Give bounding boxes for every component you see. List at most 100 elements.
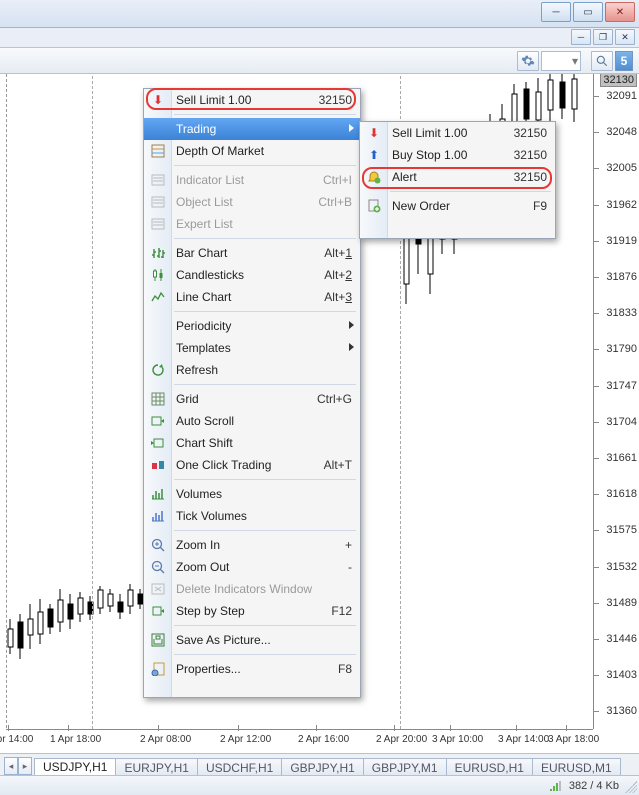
menu-indicator-list[interactable]: Indicator List Ctrl+I	[144, 169, 360, 191]
one-click-icon	[149, 456, 167, 474]
yaxis-tick: 31661	[606, 452, 637, 464]
indicator-list-icon	[149, 171, 167, 189]
chart-tab[interactable]: EURUSD,H1	[446, 758, 533, 776]
menu-one-click-trading[interactable]: One Click Trading Alt+T	[144, 454, 360, 476]
auto-scroll-icon	[149, 412, 167, 430]
chart-tabs: ◂ ▸ USDJPY,H1EURJPY,H1USDCHF,H1GBPJPY,H1…	[0, 753, 639, 775]
menu-zoom-in[interactable]: Zoom In +	[144, 534, 360, 556]
yaxis-tick: 31747	[606, 380, 637, 392]
connection-icon	[549, 779, 563, 793]
current-price-label: 32130	[600, 74, 637, 87]
menu-refresh[interactable]: Refresh	[144, 359, 360, 381]
save-picture-icon	[149, 631, 167, 649]
refresh-icon	[149, 361, 167, 379]
chart-tab[interactable]: USDCHF,H1	[197, 758, 282, 776]
chart-tab[interactable]: EURJPY,H1	[115, 758, 197, 776]
menu-line-chart[interactable]: Line Chart Alt+3	[144, 286, 360, 308]
sell-arrow-icon: ⬇	[365, 124, 383, 142]
menu-bar-chart[interactable]: Bar Chart Alt+1	[144, 242, 360, 264]
chart-tab[interactable]: EURUSD,M1	[532, 758, 621, 776]
tick-volumes-icon	[149, 507, 167, 525]
chart-tab[interactable]: GBPJPY,M1	[363, 758, 447, 776]
maximize-button[interactable]: ▭	[573, 2, 603, 22]
yaxis-tick: 31790	[606, 343, 637, 355]
xaxis-tick: 2 Apr 20:00	[376, 734, 427, 745]
chart-tab[interactable]: GBPJPY,H1	[281, 758, 363, 776]
yaxis-tick: 32005	[606, 162, 637, 174]
yaxis-tick: 31919	[606, 235, 637, 247]
menu-object-list[interactable]: Object List Ctrl+B	[144, 191, 360, 213]
close-button[interactable]: ✕	[605, 2, 635, 22]
yaxis-tick: 31876	[606, 271, 637, 283]
chart-context-menu: ⬇ Sell Limit 1.00 32150 Trading Depth Of…	[143, 88, 361, 698]
buy-arrow-icon: ⬆	[365, 146, 383, 164]
yaxis-tick: 31403	[606, 669, 637, 681]
menu-zoom-out[interactable]: Zoom Out -	[144, 556, 360, 578]
child-minimize-button[interactable]: ─	[571, 29, 591, 45]
bar-chart-icon	[149, 244, 167, 262]
trading-submenu: ⬇ Sell Limit 1.00 32150 ⬆ Buy Stop 1.00 …	[359, 121, 556, 239]
search-icon[interactable]	[591, 51, 613, 71]
menu-candlesticks[interactable]: Candlesticks Alt+2	[144, 264, 360, 286]
yaxis-tick: 32048	[606, 126, 637, 138]
xaxis-tick: 2 Apr 16:00	[298, 734, 349, 745]
menu-volumes[interactable]: Volumes	[144, 483, 360, 505]
zoom-out-icon	[149, 558, 167, 576]
yaxis-tick: 31833	[606, 307, 637, 319]
menu-delete-indicators-window[interactable]: Delete Indicators Window	[144, 578, 360, 600]
candlestick-icon	[149, 266, 167, 284]
menu-grid[interactable]: Grid Ctrl+G	[144, 388, 360, 410]
status-bar: 382 / 4 Kb	[0, 775, 639, 795]
resize-grip[interactable]	[625, 781, 637, 793]
step-icon	[149, 602, 167, 620]
yaxis-tick: 31532	[606, 561, 637, 573]
yaxis-tick: 31360	[606, 705, 637, 717]
status-text: 382 / 4 Kb	[569, 780, 633, 792]
tab-scroll-right[interactable]: ▸	[18, 757, 32, 775]
submenu-arrow-icon	[349, 321, 354, 329]
toolbar-dropdown[interactable]: ▾	[541, 51, 581, 71]
child-restore-button[interactable]: ❐	[593, 29, 613, 45]
menu-step-by-step[interactable]: Step by Step F12	[144, 600, 360, 622]
xaxis-tick: Apr 14:00	[0, 734, 33, 745]
xaxis-tick: 3 Apr 14:00	[498, 734, 549, 745]
yaxis-tick: 31489	[606, 597, 637, 609]
submenu-alert[interactable]: Alert 32150	[360, 166, 555, 188]
submenu-new-order[interactable]: New Order F9	[360, 195, 555, 217]
settings-icon[interactable]	[517, 51, 539, 71]
menu-save-as-picture[interactable]: Save As Picture...	[144, 629, 360, 651]
price-axis: 3209132048320053196231919318763183331790…	[593, 74, 639, 729]
yaxis-tick: 31618	[606, 488, 637, 500]
menu-templates[interactable]: Templates	[144, 337, 360, 359]
line-chart-icon	[149, 288, 167, 306]
xaxis-tick: 2 Apr 12:00	[220, 734, 271, 745]
minimize-button[interactable]: ─	[541, 2, 571, 22]
toolbar-counter[interactable]: 5	[615, 51, 633, 71]
menu-expert-list[interactable]: Expert List	[144, 213, 360, 235]
xaxis-tick: 3 Apr 10:00	[432, 734, 483, 745]
new-order-icon	[365, 197, 383, 215]
object-list-icon	[149, 193, 167, 211]
menu-tick-volumes[interactable]: Tick Volumes	[144, 505, 360, 527]
submenu-buy-stop[interactable]: ⬆ Buy Stop 1.00 32150	[360, 144, 555, 166]
submenu-sell-limit[interactable]: ⬇ Sell Limit 1.00 32150	[360, 122, 555, 144]
alert-icon	[365, 168, 383, 186]
menu-trading[interactable]: Trading	[144, 118, 360, 140]
menu-chart-shift[interactable]: Chart Shift	[144, 432, 360, 454]
menu-depth-of-market[interactable]: Depth Of Market	[144, 140, 360, 162]
child-close-button[interactable]: ✕	[615, 29, 635, 45]
mdi-child-titlebar: ─ ❐ ✕	[0, 28, 639, 48]
sell-arrow-icon: ⬇	[149, 91, 167, 109]
xaxis-tick: 3 Apr 18:00	[548, 734, 599, 745]
chart-shift-icon	[149, 434, 167, 452]
volumes-icon	[149, 485, 167, 503]
tab-scroll-left[interactable]: ◂	[4, 757, 18, 775]
time-axis: Apr 14:001 Apr 18:002 Apr 08:002 Apr 12:…	[6, 729, 593, 753]
yaxis-tick: 31962	[606, 199, 637, 211]
menu-periodicity[interactable]: Periodicity	[144, 315, 360, 337]
submenu-arrow-icon	[349, 343, 354, 351]
menu-sell-limit[interactable]: ⬇ Sell Limit 1.00 32150	[144, 89, 360, 111]
chart-tab[interactable]: USDJPY,H1	[34, 758, 116, 776]
menu-properties[interactable]: Properties... F8	[144, 658, 360, 680]
menu-auto-scroll[interactable]: Auto Scroll	[144, 410, 360, 432]
